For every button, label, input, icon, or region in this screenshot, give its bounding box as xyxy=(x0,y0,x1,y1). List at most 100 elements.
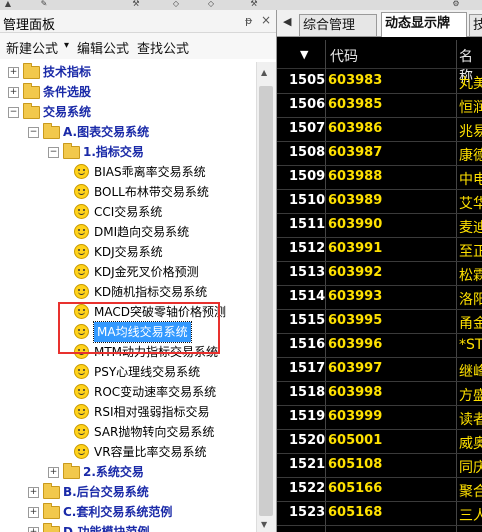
tree-label[interactable]: 技术指标 xyxy=(43,62,91,82)
collapse-icon[interactable]: − xyxy=(8,107,19,118)
tree-label[interactable]: 交易系统 xyxy=(43,102,91,122)
tree-label[interactable]: BOLL布林带交易系统 xyxy=(94,182,209,202)
table-row[interactable]: 1523 605168 三人 xyxy=(277,502,482,526)
tree-label[interactable]: B.后台交易系统 xyxy=(63,482,149,502)
tree-label[interactable]: KDJ金死叉价格预测 xyxy=(94,262,199,282)
tab-tech[interactable]: 技 xyxy=(469,14,482,36)
smiley-icon xyxy=(74,444,89,459)
table-row[interactable]: 1506 603985 恒润 xyxy=(277,94,482,118)
tab-dynamic-board[interactable]: 动态显示牌 xyxy=(381,12,467,37)
diamond-icon[interactable]: ◇ xyxy=(170,0,182,8)
collapse-icon[interactable]: − xyxy=(48,147,59,158)
folder-icon xyxy=(23,103,40,119)
stock-name: 中电 xyxy=(459,172,482,188)
table-row[interactable]: 1517 603997 继峰 xyxy=(277,358,482,382)
sort-icon[interactable]: ▼ xyxy=(300,48,308,61)
stock-name: 威奥 xyxy=(459,436,482,452)
tool-icon[interactable]: ⚒ xyxy=(248,0,260,8)
expand-icon[interactable]: + xyxy=(48,467,59,478)
row-index: 1513 xyxy=(289,265,326,280)
stock-code: 603990 xyxy=(328,217,383,232)
tree-label[interactable]: KD随机指标交易系统 xyxy=(94,282,207,302)
table-row[interactable]: 1512 603991 至正 xyxy=(277,238,482,262)
table-row[interactable]: 1518 603998 方盛 xyxy=(277,382,482,406)
tree-label[interactable]: DMI趋向交易系统 xyxy=(94,222,189,242)
scroll-up-icon[interactable]: ▲ xyxy=(261,68,267,77)
tab-overview[interactable]: 综合管理 xyxy=(299,14,377,36)
table-row[interactable]: 1508 603987 康德 xyxy=(277,142,482,166)
tree-label[interactable]: MTM动力指标交易系统 xyxy=(94,342,218,362)
diamond-icon[interactable]: ◇ xyxy=(205,0,217,8)
tree-label[interactable]: SAR抛物转向交易系统 xyxy=(94,422,214,442)
tree-label[interactable]: CCI交易系统 xyxy=(94,202,162,222)
stock-code: 603989 xyxy=(328,193,383,208)
smiley-icon xyxy=(74,244,89,259)
scrollbar-thumb[interactable] xyxy=(259,86,273,516)
stock-code: 603995 xyxy=(328,313,383,328)
folder-icon xyxy=(43,483,60,499)
tree-label[interactable]: 2.系统交易 xyxy=(83,462,144,482)
tree-label[interactable]: ROC变动速率交易系统 xyxy=(94,382,216,402)
expand-icon[interactable]: + xyxy=(28,527,39,532)
table-row[interactable]: 1509 603988 中电 xyxy=(277,166,482,190)
stock-name: 兆易 xyxy=(459,124,482,140)
table-row[interactable]: 1511 603990 麦迪 xyxy=(277,214,482,238)
tree-label[interactable]: D.功能模块范例 xyxy=(63,522,150,532)
table-row[interactable]: 1516 603996 *ST xyxy=(277,334,482,358)
stock-code: 603998 xyxy=(328,385,383,400)
find-formula-button[interactable]: 查找公式 xyxy=(137,38,189,57)
tree-scrollbar[interactable]: ▲ ▼ xyxy=(256,62,276,532)
table-row[interactable]: 1521 605108 同庆 xyxy=(277,454,482,478)
table-row[interactable]: 1515 603995 甬金 xyxy=(277,310,482,334)
table-row[interactable]: 1522 605166 聚合 xyxy=(277,478,482,502)
tree-label[interactable]: KDJ交易系统 xyxy=(94,242,163,262)
stock-name: 丸美 xyxy=(459,76,482,92)
table-row[interactable]: 1510 603989 艾华 xyxy=(277,190,482,214)
stock-code: 603983 xyxy=(328,73,383,88)
settings-icon[interactable]: ⚙ xyxy=(450,0,462,8)
pin-icon[interactable]: ᵽ xyxy=(245,14,252,27)
tree-label[interactable]: 1.指标交易 xyxy=(83,142,144,162)
scrollbar-arrow-icon[interactable]: ▲ xyxy=(2,0,14,8)
stock-name: *ST xyxy=(459,337,482,353)
tab-bar: ◀ 综合管理 动态显示牌 技 xyxy=(277,10,482,37)
new-formula-dropdown-icon[interactable]: ▾ xyxy=(64,40,69,51)
table-row[interactable]: 1519 603999 读者 xyxy=(277,406,482,430)
expand-icon[interactable]: + xyxy=(8,87,19,98)
table-row[interactable]: 1507 603986 兆易 xyxy=(277,118,482,142)
edit-formula-button[interactable]: 编辑公式 xyxy=(77,38,129,57)
tree-label[interactable]: BIAS乖离率交易系统 xyxy=(94,162,206,182)
table-row[interactable]: 1520 605001 威奥 xyxy=(277,430,482,454)
tree-label[interactable]: A.图表交易系统 xyxy=(63,122,149,142)
expand-icon[interactable]: + xyxy=(8,67,19,78)
tree-label[interactable]: PSY心理线交易系统 xyxy=(94,362,200,382)
tree-label[interactable]: VR容量比率交易系统 xyxy=(94,442,207,462)
tool-icon[interactable]: ⚒ xyxy=(130,0,142,8)
new-formula-button[interactable]: 新建公式 xyxy=(6,38,58,57)
edit-icon[interactable]: ✎ xyxy=(38,0,50,8)
row-index: 1521 xyxy=(289,457,326,472)
close-icon[interactable]: × xyxy=(261,13,271,27)
table-row[interactable]: 1513 603992 松霖 xyxy=(277,262,482,286)
tree-label[interactable]: C.套利交易系统范例 xyxy=(63,502,172,522)
smiley-icon xyxy=(74,164,89,179)
table-row[interactable]: 1505 603983 丸美 xyxy=(277,70,482,94)
tab-scroll-left-icon[interactable]: ◀ xyxy=(283,15,291,28)
tree-label[interactable]: RSI相对强弱指标交易 xyxy=(94,402,210,422)
expand-icon[interactable]: + xyxy=(28,507,39,518)
tree-label-selected[interactable]: MA均线交易系统 xyxy=(93,321,192,343)
table-row[interactable]: 1514 603993 洛阳 xyxy=(277,286,482,310)
tree-label[interactable]: 条件选股 xyxy=(43,82,91,102)
stock-code: 605168 xyxy=(328,505,383,520)
stock-code: 603992 xyxy=(328,265,383,280)
smiley-icon xyxy=(74,404,89,419)
row-index: 1505 xyxy=(289,73,326,88)
collapse-icon[interactable]: − xyxy=(28,127,39,138)
folder-icon xyxy=(23,83,40,99)
stock-name: 洛阳 xyxy=(459,292,482,308)
column-header-code[interactable]: 代码 xyxy=(330,46,358,66)
expand-icon[interactable]: + xyxy=(28,487,39,498)
stock-code: 603985 xyxy=(328,97,383,112)
tree-label[interactable]: MACD突破零轴价格预测 xyxy=(94,302,226,322)
scroll-down-icon[interactable]: ▼ xyxy=(261,520,267,529)
